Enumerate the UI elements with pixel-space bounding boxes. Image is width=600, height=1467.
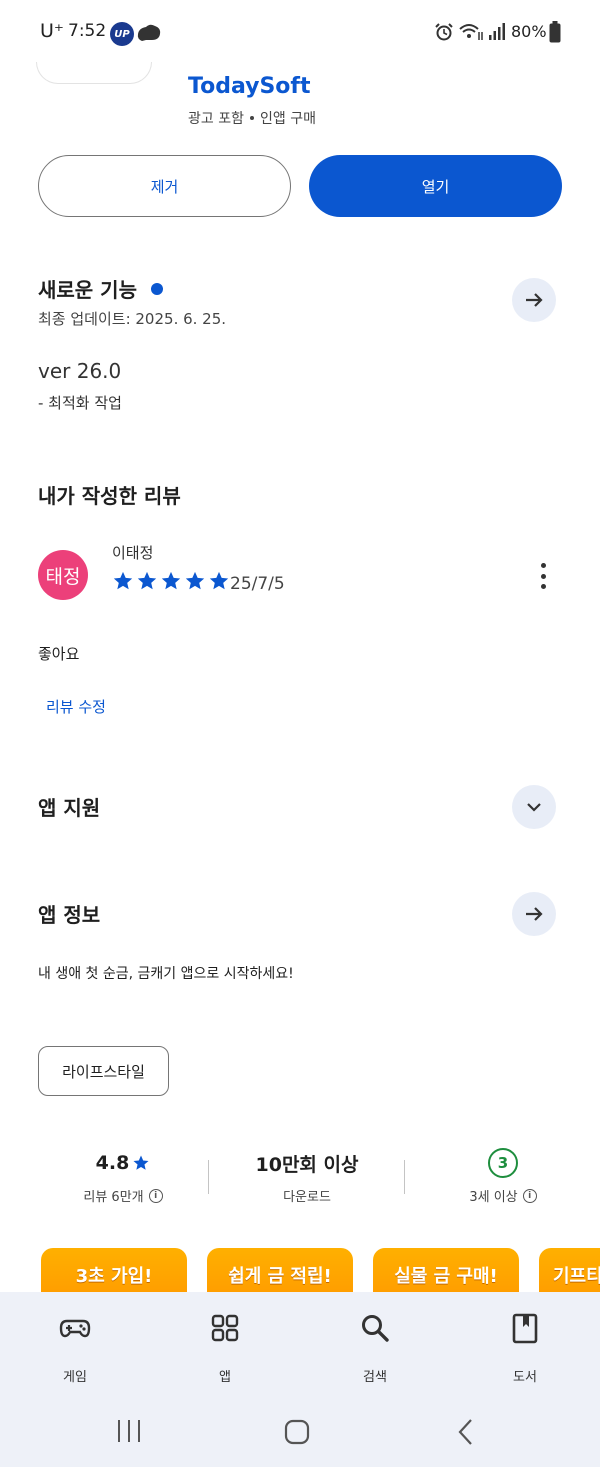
clock: 7:52 [68, 21, 107, 41]
uninstall-button[interactable]: 제거 [38, 155, 291, 217]
downloads-stat: 10만회 이상 다운로드 [222, 1146, 392, 1206]
nav-apps[interactable]: 앱 [175, 1292, 275, 1402]
arrow-right-icon [526, 293, 543, 307]
carrier-badge-icon: UP [110, 22, 134, 46]
screenshot-caption: 실물 금 구매! [394, 1266, 498, 1287]
screenshot-caption: 기프티 [553, 1266, 600, 1287]
nav-books[interactable]: 도서 [475, 1292, 575, 1402]
last-updated: 최종 업데이트: 2025. 6. 25. [38, 310, 227, 328]
new-indicator-dot [150, 282, 163, 295]
edit-review-link[interactable]: 리뷰 수정 [46, 696, 106, 717]
app-support-title[interactable]: 앱 지원 [38, 792, 100, 821]
app-info-arrow-button[interactable] [512, 892, 556, 936]
star-icon [137, 571, 157, 590]
battery-percent: 80% [511, 22, 547, 41]
nav-search-label: 검색 [363, 1370, 387, 1385]
reviews-count: 리뷰 6만개 [83, 1190, 144, 1205]
developer-link[interactable]: TodaySoft [188, 74, 311, 99]
review-author: 이태정 [112, 544, 154, 562]
nav-books-label: 도서 [513, 1370, 537, 1385]
back-icon[interactable] [455, 1418, 477, 1446]
nav-games[interactable]: 게임 [25, 1292, 125, 1402]
app-meta: 광고 포함 인앱 구매 [188, 108, 316, 128]
separator-dot [249, 116, 254, 120]
open-button[interactable]: 열기 [309, 155, 562, 217]
chevron-down-icon [527, 803, 541, 812]
system-navigation-bar [0, 1402, 600, 1467]
age-rating-label: 3세 이상 [469, 1190, 518, 1205]
battery-icon [549, 21, 561, 43]
age-rating-stat: 3 3세 이상 i [418, 1146, 588, 1205]
version-text: ver 26.0 [38, 359, 122, 383]
star-icon [113, 571, 133, 590]
downloads-label: 다운로드 [283, 1190, 331, 1205]
age-rating-badge: 3 [488, 1148, 518, 1178]
my-review-title: 내가 작성한 리뷰 [38, 484, 181, 508]
ads-label: 광고 포함 [188, 111, 244, 127]
review-date: 25/7/5 [230, 574, 285, 594]
whats-new-arrow-button[interactable] [512, 278, 556, 322]
recent-apps-icon[interactable] [115, 1418, 143, 1444]
star-rating [112, 570, 230, 592]
search-icon [362, 1315, 389, 1342]
avatar: 태정 [38, 550, 88, 600]
status-bar: U⁺ 7:52 UP 80% [0, 0, 600, 62]
stat-divider [404, 1160, 405, 1194]
screenshot-caption: 3초 가입! [75, 1266, 153, 1287]
info-icon[interactable]: i [522, 1188, 537, 1203]
star-icon [209, 571, 229, 590]
star-icon [161, 571, 181, 590]
app-description: 내 생애 첫 순금, 금캐기 앱으로 시작하세요! [38, 966, 294, 982]
nav-games-label: 게임 [63, 1370, 87, 1385]
release-notes: - 최적화 작업 [38, 394, 122, 412]
nav-apps-label: 앱 [219, 1370, 231, 1385]
nav-search[interactable]: 검색 [325, 1292, 425, 1402]
gamepad-icon [59, 1319, 91, 1338]
book-icon [512, 1313, 538, 1344]
carrier-label: U⁺ [40, 20, 64, 42]
wifi-icon [459, 24, 483, 40]
signal-icon [489, 23, 505, 40]
apps-grid-icon [211, 1314, 239, 1342]
alarm-icon [435, 23, 453, 41]
arrow-right-icon [526, 907, 543, 921]
whats-new-header[interactable]: 새로운 기능 [38, 274, 163, 303]
whats-new-title: 새로운 기능 [38, 278, 137, 302]
rating-stat: 4.8 리뷰 6만개 i [38, 1146, 208, 1205]
home-icon[interactable] [283, 1418, 311, 1446]
review-text: 좋아요 [38, 645, 80, 663]
star-icon [133, 1155, 149, 1170]
screenshot-caption: 쉽게 금 적립! [228, 1266, 332, 1287]
bottom-navigation: 게임 앱 검색 도서 [0, 1292, 600, 1402]
downloads-value: 10만회 이상 [255, 1153, 359, 1176]
info-icon[interactable]: i [148, 1188, 163, 1203]
star-icon [185, 571, 205, 590]
stat-divider [208, 1160, 209, 1194]
messenger-icon [137, 24, 161, 41]
iap-label: 인앱 구매 [259, 111, 316, 127]
app-info-title[interactable]: 앱 정보 [38, 899, 100, 928]
rating-value: 4.8 [95, 1152, 130, 1174]
category-chip[interactable]: 라이프스타일 [38, 1046, 169, 1096]
review-more-menu-icon[interactable] [528, 560, 558, 592]
app-support-expand-button[interactable] [512, 785, 556, 829]
